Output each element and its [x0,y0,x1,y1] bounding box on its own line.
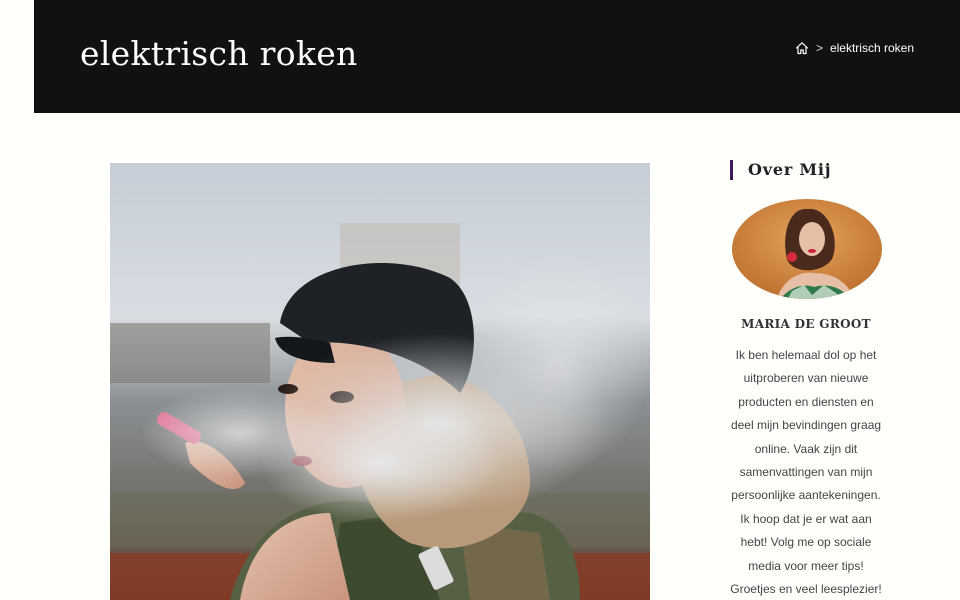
avatar [732,199,882,299]
home-icon[interactable] [795,41,809,55]
breadcrumb-separator: > [815,41,823,55]
breadcrumb: > elektrisch roken [795,41,914,55]
page-title: elektrisch roken [80,34,358,73]
sidebar: Over Mij MARIA DE GROOT Ik ben helemaal … [730,160,882,600]
page-header: elektrisch roken > elektrisch roken [34,0,960,113]
author-bio: Ik ben helemaal dol op het uitproberen v… [730,348,882,597]
featured-image[interactable] [110,163,650,600]
widget-title: Over Mij [730,160,882,180]
breadcrumb-current: elektrisch roken [829,41,914,55]
author-name: MARIA DE GROOT [741,317,871,331]
